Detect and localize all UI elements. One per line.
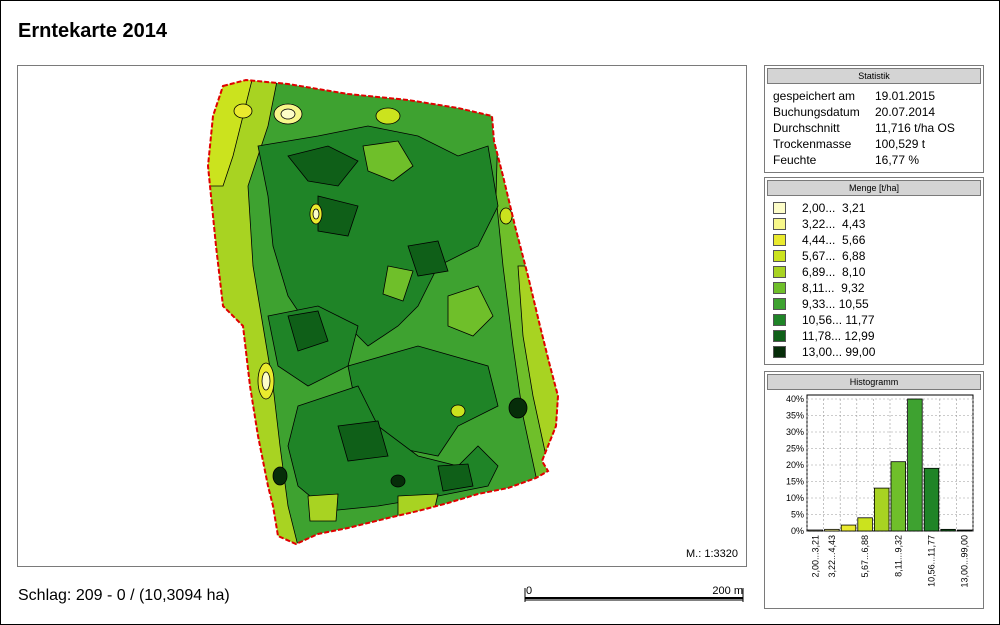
legend-swatch	[773, 250, 786, 262]
stat-key: gespeichert am	[773, 89, 856, 103]
legend-label: 6,89... 8,10	[802, 265, 866, 279]
legend-item: 11,78... 12,99	[765, 328, 983, 344]
histogram-bar	[940, 528, 956, 532]
histogram-bar	[807, 529, 824, 532]
histogram-ytick: 0%	[791, 526, 804, 536]
histogram-bar	[824, 528, 840, 532]
legend-swatch	[773, 202, 786, 214]
legend-item: 4,44... 5,66	[765, 232, 983, 248]
histogram-xtick: 5,67...6,88	[860, 535, 870, 578]
histogramm-header: Histogramm	[767, 374, 981, 390]
legend-item: 9,33... 10,55	[765, 296, 983, 312]
stat-key: Buchungsdatum	[773, 105, 860, 119]
legend-list: 2,00... 3,21 3,22... 4,43 4,44... 5,66 5,67…	[765, 200, 983, 360]
scale-bar-end: 200 m	[712, 585, 743, 597]
histogram-xtick: 8,11...9,32	[893, 535, 903, 577]
stat-value: 16,77 %	[875, 153, 920, 167]
stat-value: 100,529 t	[875, 137, 926, 151]
yield-map	[206, 78, 560, 546]
stat-row: gespeichert am 19.01.2015	[765, 88, 983, 104]
legend-label: 8,11... 9,32	[802, 281, 865, 295]
legend-label: 10,56... 11,77	[802, 313, 875, 327]
histogram-ytick: 40%	[786, 394, 804, 404]
statistik-panel: Statistik gespeichert am 19.01.2015 Buchu…	[764, 65, 984, 173]
page-title: Erntekarte 2014	[18, 20, 167, 42]
legend-swatch	[773, 314, 786, 326]
stat-value: 11,716 t/ha OS	[875, 121, 955, 135]
stat-value: 20.07.2014	[875, 105, 936, 119]
histogram-ytick: 35%	[786, 411, 804, 421]
histogram-bar	[923, 467, 940, 532]
histogramm-panel: Histogramm 40% 35% 30% 25% 20% 15% 10% 5% 0% 2,00…	[764, 371, 984, 609]
legend-swatch	[773, 266, 786, 278]
legend-item: 8,11... 9,32	[765, 280, 983, 296]
legend-label: 5,67... 6,88	[802, 249, 866, 263]
field-info: Schlag: 209 - 0 / (10,3094 ha)	[18, 587, 230, 604]
legend-item: 10,56... 11,77	[765, 312, 983, 328]
legend-swatch	[773, 218, 786, 230]
map-scale: M.: 1:3320	[686, 548, 738, 560]
histogram-bar	[840, 524, 857, 532]
stat-key: Feuchte	[773, 153, 817, 167]
legend-label: 3,22... 4,43	[802, 217, 866, 231]
histogram-ytick: 20%	[786, 460, 804, 470]
scale-bar-start: 0	[526, 585, 533, 597]
legend-item: 6,89... 8,10	[765, 264, 983, 280]
stat-value: 19.01.2015	[875, 89, 936, 103]
histogram-chart: 40% 35% 30% 25% 20% 15% 10% 5% 0% 2,00...3,21 3,22…	[786, 394, 974, 588]
menge-header: Menge [t/ha]	[767, 180, 981, 196]
legend-item: 5,67... 6,88	[765, 248, 983, 264]
histogram-ytick: 15%	[786, 477, 804, 487]
histogram-ytick: 25%	[786, 444, 804, 454]
histogram-bar	[857, 517, 873, 532]
legend-label: 13,00... 99,00	[802, 345, 876, 359]
stat-row: Durchschnitt 11,716 t/ha OS	[765, 120, 983, 136]
histogram-xtick: 3,22...4,43	[827, 535, 837, 578]
stat-row: Buchungsdatum 20.07.2014	[765, 104, 983, 120]
map-panel: M.: 1:3320	[17, 65, 747, 567]
legend-item: 3,22... 4,43	[765, 216, 983, 232]
histogram-bar	[874, 487, 890, 532]
histogram-ytick: 30%	[786, 427, 804, 437]
legend-item: 13,00... 99,00	[765, 344, 983, 360]
stat-key: Durchschnitt	[773, 121, 840, 135]
legend-item: 2,00... 3,21	[765, 200, 983, 216]
histogram-ytick: 5%	[791, 510, 804, 520]
legend-label: 9,33... 10,55	[802, 297, 869, 311]
histogram-bar	[907, 398, 923, 532]
legend-swatch	[773, 346, 786, 358]
legend-label: 11,78... 12,99	[802, 329, 875, 343]
stat-key: Trockenmasse	[773, 137, 852, 151]
legend-swatch	[773, 282, 786, 294]
yield-zones	[208, 80, 558, 544]
statistik-header: Statistik	[767, 68, 981, 84]
histogram-xtick: 2,00...3,21	[810, 535, 820, 578]
menge-legend-panel: Menge [t/ha] 2,00... 3,21 3,22... 4,43 4,4…	[764, 177, 984, 365]
histogram-xtick: 13,00...99,00	[960, 535, 970, 588]
histogram-bar	[890, 461, 907, 532]
scale-bar: 0 200 m	[523, 585, 745, 606]
legend-label: 4,44... 5,66	[802, 233, 866, 247]
legend-swatch	[773, 330, 786, 342]
stat-row: Feuchte 16,77 %	[765, 152, 983, 168]
histogram-bar	[956, 529, 973, 532]
histogram-ytick: 10%	[786, 493, 804, 503]
stat-row: Trockenmasse 100,529 t	[765, 136, 983, 152]
histogram-xtick: 10,56...11,77	[927, 535, 937, 587]
legend-swatch	[773, 298, 786, 310]
legend-label: 2,00... 3,21	[802, 201, 866, 215]
legend-swatch	[773, 234, 786, 246]
